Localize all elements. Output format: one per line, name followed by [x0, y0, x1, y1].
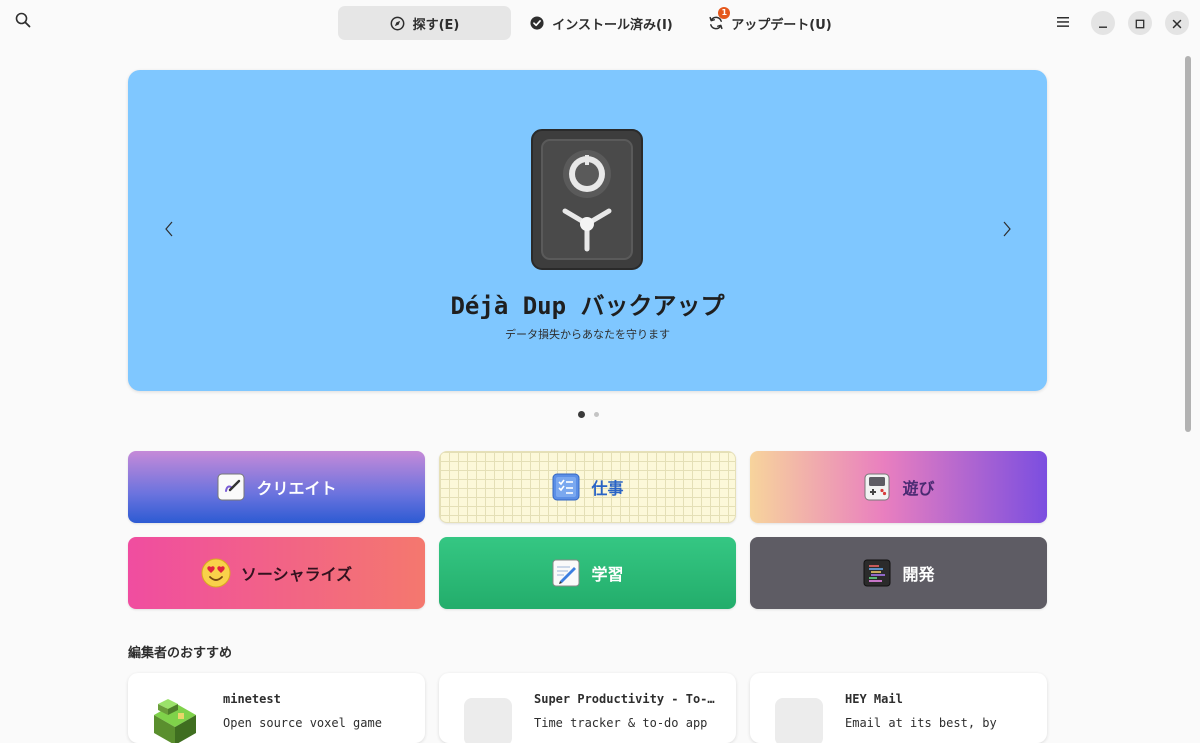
deja-dup-safe-icon [531, 129, 643, 271]
tab-updates-label: アップデート(U) [731, 17, 832, 33]
code-editor-icon [862, 558, 892, 588]
category-develop-label: 開発 [902, 565, 935, 584]
chevron-right-icon [1002, 218, 1012, 242]
tab-updates[interactable]: 1 アップデート(U) [691, 6, 849, 40]
close-button[interactable] [1165, 11, 1189, 35]
carousel-indicator [578, 409, 608, 419]
tab-installed[interactable]: インストール済み(I) [511, 6, 691, 40]
tab-installed-label: インストール済み(I) [552, 17, 673, 33]
main-menu-button[interactable] [1052, 10, 1074, 34]
pencil-notebook-icon [551, 558, 581, 588]
carousel-dot-1[interactable] [578, 410, 585, 418]
check-circle-icon [529, 15, 545, 31]
category-create-label: クリエイト [256, 479, 337, 498]
checklist-icon [551, 472, 581, 502]
category-socialize[interactable]: ソーシャライズ [128, 537, 425, 609]
category-learn[interactable]: 学習 [439, 537, 736, 609]
minimize-button[interactable] [1091, 11, 1115, 35]
search-button[interactable] [10, 9, 36, 35]
search-icon [15, 12, 31, 32]
chevron-left-icon [164, 218, 174, 242]
app-card-super-productivity[interactable]: Super Productivity - To-Do List & Time T… [439, 673, 736, 743]
game-controller-icon [862, 472, 892, 502]
app-placeholder-icon [464, 698, 512, 743]
minetest-icon [148, 693, 202, 743]
create-icon [216, 472, 246, 502]
carousel-dot-2[interactable] [594, 411, 599, 417]
category-socialize-label: ソーシャライズ [240, 565, 353, 584]
vertical-scrollbar[interactable] [1185, 56, 1191, 432]
category-create[interactable]: クリエイト [128, 451, 425, 523]
hamburger-menu-icon [1057, 13, 1069, 32]
app-card-hey-mail[interactable]: HEY Mail Email at its best, by [750, 673, 1047, 743]
carousel-previous-button[interactable] [154, 215, 184, 245]
close-icon [1172, 14, 1182, 33]
minimize-icon [1098, 14, 1108, 33]
view-switcher: 探す(E) インストール済み(I) 1 アップデート(U) [338, 6, 849, 40]
category-play-label: 遊び [902, 479, 935, 498]
heart-eyes-emoji-icon [201, 558, 231, 588]
tab-explore[interactable]: 探す(E) [338, 6, 511, 40]
compass-icon [390, 15, 406, 31]
carousel-next-button[interactable] [992, 215, 1022, 245]
maximize-icon [1135, 14, 1145, 33]
category-learn-label: 学習 [591, 565, 624, 584]
app-card-title: minetest [223, 692, 281, 706]
app-card-title: HEY Mail [845, 692, 903, 706]
editors-picks-heading: 編集者のおすすめ [128, 646, 233, 661]
header-bar: 探す(E) インストール済み(I) 1 アップデート(U) [0, 0, 1200, 46]
category-work-label: 仕事 [591, 479, 624, 498]
app-card-title: Super Productivity - To-Do List & Time T… [534, 692, 719, 706]
maximize-button[interactable] [1128, 11, 1152, 35]
refresh-icon: 1 [708, 7, 731, 31]
featured-app-summary: データ損失からあなたを守ります [505, 328, 670, 341]
tab-explore-label: 探す(E) [412, 17, 460, 33]
app-card-minetest[interactable]: minetest Open source voxel game [128, 673, 425, 743]
featured-app-name: Déjà Dup バックアップ [450, 292, 725, 320]
category-work[interactable]: 仕事 [439, 451, 736, 523]
app-placeholder-icon [775, 698, 823, 743]
category-develop[interactable]: 開発 [750, 537, 1047, 609]
category-play[interactable]: 遊び [750, 451, 1047, 523]
update-count-badge: 1 [718, 7, 731, 19]
featured-carousel[interactable]: Déjà Dup バックアップ データ損失からあなたを守ります [128, 70, 1047, 391]
